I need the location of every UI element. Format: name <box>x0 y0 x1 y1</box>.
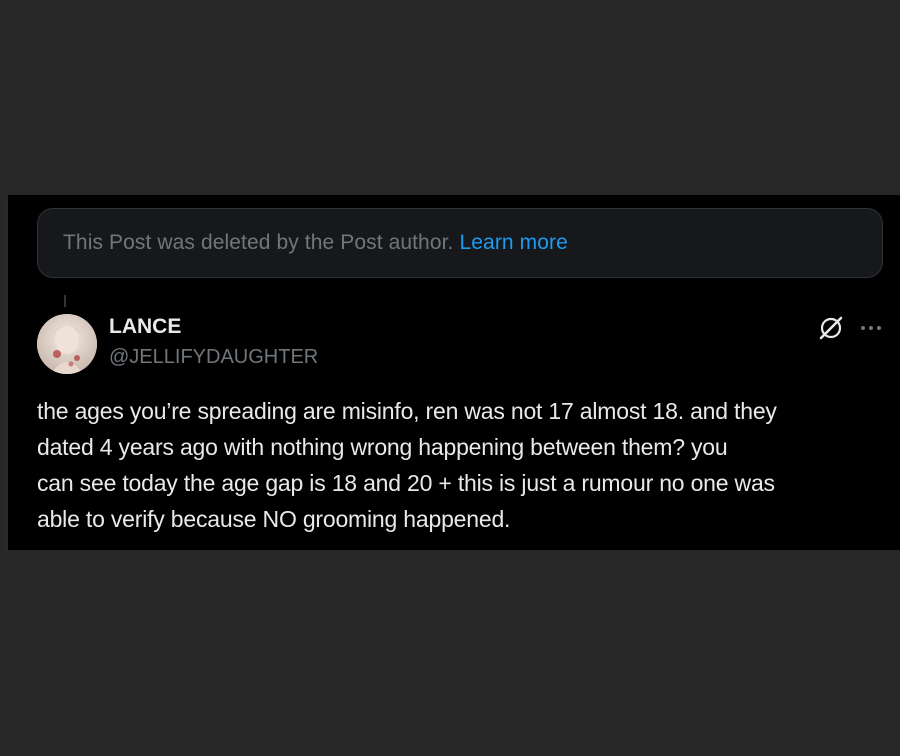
author-handle[interactable]: @JELLIFYDAUGHTER <box>109 346 318 369</box>
deleted-notice-text: This Post was deleted by the Post author… <box>63 231 454 254</box>
post-text: the ages you’re spreading are misinfo, r… <box>37 398 777 532</box>
post-card: This Post was deleted by the Post author… <box>5 195 900 550</box>
author-name[interactable]: LANCE <box>109 315 181 339</box>
learn-more-link[interactable]: Learn more <box>460 231 568 255</box>
avatar[interactable] <box>37 314 97 374</box>
avatar-image <box>37 314 97 374</box>
card-left-edge <box>5 195 8 550</box>
grok-icon[interactable] <box>817 314 845 342</box>
thread-connector-line <box>64 295 66 307</box>
deleted-post-notice: This Post was deleted by the Post author… <box>37 208 883 278</box>
more-options-icon[interactable] <box>859 314 883 342</box>
